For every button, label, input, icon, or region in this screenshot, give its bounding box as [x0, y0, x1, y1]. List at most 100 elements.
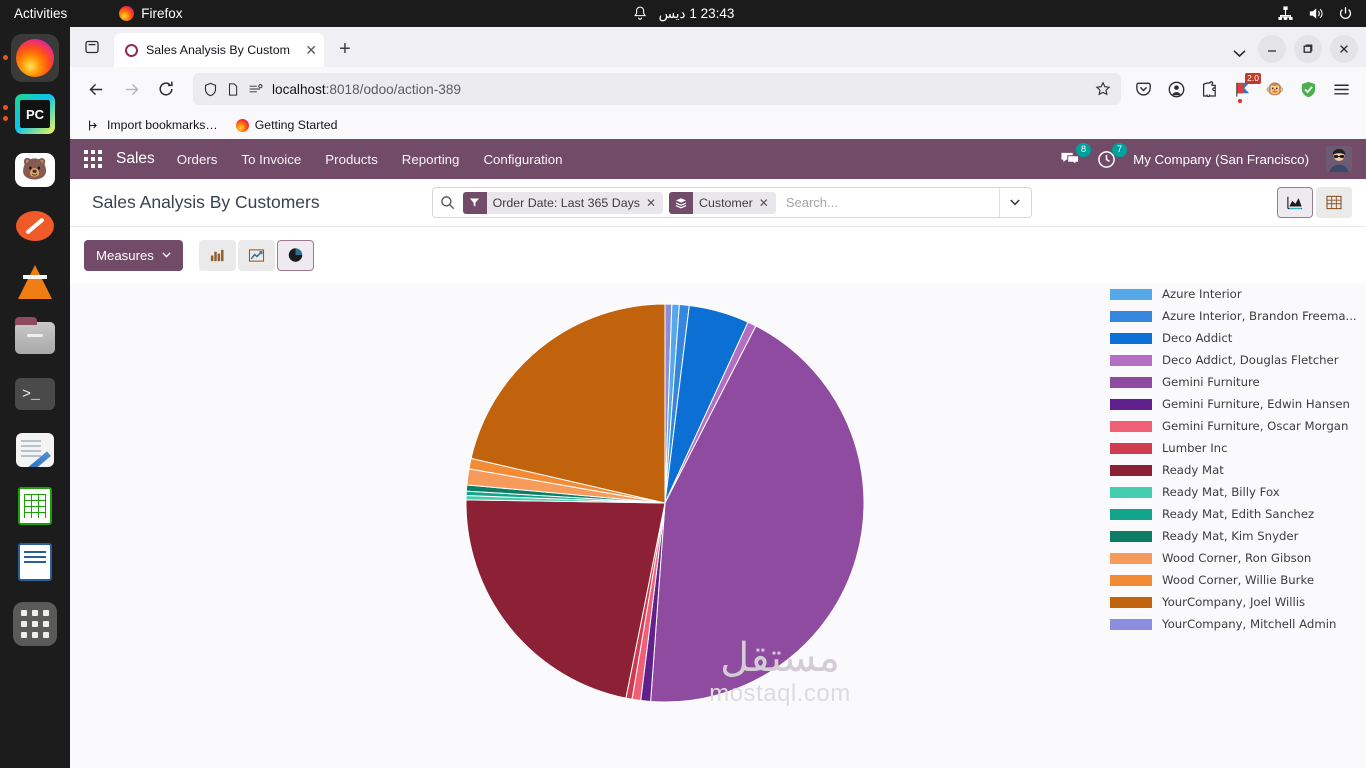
- legend-item[interactable]: Wood Corner, Willie Burke: [1110, 569, 1366, 591]
- legend-item[interactable]: Gemini Furniture, Oscar Morgan: [1110, 415, 1366, 437]
- dock-item-firefox[interactable]: [11, 34, 59, 82]
- legend-swatch: [1110, 509, 1152, 520]
- libreoffice-writer-icon: [18, 543, 52, 581]
- system-tray[interactable]: [1277, 5, 1354, 22]
- bookmark-import-bookmarks[interactable]: Import bookmarks…: [88, 118, 218, 132]
- ext-badge-icon[interactable]: 2.0: [1231, 78, 1253, 100]
- dock-item-libreoffice-calc[interactable]: [11, 482, 59, 530]
- avatar[interactable]: [1326, 146, 1352, 172]
- focused-app-indicator[interactable]: Firefox: [119, 6, 182, 21]
- legend-item[interactable]: YourCompany, Mitchell Admin: [1110, 613, 1366, 635]
- dock-item-postgresql[interactable]: [11, 202, 59, 250]
- legend-swatch: [1110, 377, 1152, 388]
- control-panel: Sales Analysis By Customers Order Date: …: [70, 179, 1366, 227]
- forward-button[interactable]: [115, 73, 147, 105]
- legend-label: Azure Interior: [1162, 287, 1242, 301]
- measures-button[interactable]: Measures: [84, 240, 183, 271]
- firefox-view-icon: [84, 39, 100, 55]
- legend-swatch: [1110, 311, 1152, 322]
- search-input[interactable]: Search...: [782, 195, 999, 210]
- layers-icon: [675, 197, 687, 209]
- menu-to-invoice[interactable]: To Invoice: [241, 152, 301, 167]
- facet-customer[interactable]: Customer ✕: [669, 192, 776, 214]
- bookmark-star-icon[interactable]: [1095, 81, 1111, 97]
- legend-swatch: [1110, 597, 1152, 608]
- adblock-shield-icon[interactable]: [1297, 78, 1319, 100]
- search-dropdown-toggle[interactable]: [999, 188, 1031, 217]
- dock-item-files[interactable]: [11, 314, 59, 362]
- view-pivot-button[interactable]: [1316, 187, 1352, 218]
- legend-item[interactable]: Lumber Inc: [1110, 437, 1366, 459]
- menu-reporting[interactable]: Reporting: [402, 152, 460, 167]
- app-brand-sales[interactable]: Sales: [116, 150, 155, 168]
- browser-tab[interactable]: Sales Analysis By Custom ✕: [114, 33, 324, 67]
- account-icon[interactable]: [1165, 78, 1187, 100]
- minimize-button[interactable]: [1258, 35, 1286, 63]
- activities-button[interactable]: 7: [1097, 150, 1116, 169]
- dock-item-text-editor[interactable]: [11, 426, 59, 474]
- clock-menu[interactable]: 23:43 1 ديس: [632, 5, 735, 22]
- pocket-icon[interactable]: [1132, 78, 1154, 100]
- dock-item-libreoffice-writer[interactable]: [11, 538, 59, 586]
- dock-item-pycharm[interactable]: [11, 90, 59, 138]
- back-button[interactable]: [80, 73, 112, 105]
- close-tab-button[interactable]: ✕: [305, 42, 317, 59]
- menu-configuration[interactable]: Configuration: [483, 152, 562, 167]
- odoo-app: Sales Orders To Invoice Products Reporti…: [70, 139, 1366, 768]
- legend-item[interactable]: Gemini Furniture, Edwin Hansen: [1110, 393, 1366, 415]
- dock-item-terminal[interactable]: >_: [11, 370, 59, 418]
- green-shield-icon: [1299, 80, 1318, 99]
- view-graph-button[interactable]: [1277, 187, 1313, 218]
- legend-item[interactable]: Ready Mat, Kim Snyder: [1110, 525, 1366, 547]
- menu-products[interactable]: Products: [325, 152, 377, 167]
- bar-chart-button[interactable]: [199, 240, 236, 271]
- legend-swatch: [1110, 333, 1152, 344]
- list-all-tabs-button[interactable]: [1233, 46, 1246, 61]
- pie-icon: [287, 247, 304, 263]
- remove-facet-button[interactable]: ✕: [646, 196, 663, 210]
- legend-item[interactable]: Ready Mat, Billy Fox: [1110, 481, 1366, 503]
- maximize-button[interactable]: [1294, 35, 1322, 63]
- legend-item[interactable]: Deco Addict: [1110, 327, 1366, 349]
- line-chart-button[interactable]: [238, 240, 275, 271]
- text-editor-icon: [16, 433, 54, 467]
- network-icon: [1277, 5, 1294, 22]
- messages-button[interactable]: 8: [1060, 150, 1080, 168]
- close-button[interactable]: [1330, 35, 1358, 63]
- new-tab-button[interactable]: +: [330, 34, 360, 64]
- extensions-icon[interactable]: [1198, 78, 1220, 100]
- legend-item[interactable]: Deco Addict, Douglas Fletcher: [1110, 349, 1366, 371]
- legend-label: Wood Corner, Ron Gibson: [1162, 551, 1311, 565]
- apps-menu-icon[interactable]: [84, 150, 102, 168]
- company-user-menu[interactable]: My Company (San Francisco): [1133, 152, 1309, 167]
- chevron-down-icon: [162, 252, 171, 258]
- pie-chart[interactable]: [465, 303, 865, 703]
- legend-item[interactable]: Ready Mat: [1110, 459, 1366, 481]
- clock-label: 23:43 1 ديس: [659, 6, 735, 22]
- url-bar[interactable]: localhost:8018/odoo/action-389: [193, 73, 1121, 105]
- bookmarks-toolbar: Import bookmarks… Getting Started: [70, 111, 1366, 139]
- legend-item[interactable]: Wood Corner, Ron Gibson: [1110, 547, 1366, 569]
- firefox-window: Sales Analysis By Custom ✕ +: [70, 27, 1366, 768]
- avatar-image: [1326, 146, 1352, 172]
- pie-chart-button[interactable]: [277, 240, 314, 271]
- filter-icon: [463, 192, 487, 214]
- search-panel[interactable]: Order Date: Last 365 Days ✕ Customer ✕ S…: [432, 187, 1032, 218]
- monkey-ext-icon[interactable]: 🐵: [1264, 78, 1286, 100]
- legend-item[interactable]: Gemini Furniture: [1110, 371, 1366, 393]
- menu-icon[interactable]: [1330, 78, 1352, 100]
- legend-item[interactable]: Azure Interior, Brandon Freema...: [1110, 305, 1366, 327]
- remove-facet-button[interactable]: ✕: [759, 196, 776, 210]
- legend-item[interactable]: YourCompany, Joel Willis: [1110, 591, 1366, 613]
- dock-item-show-applications[interactable]: [11, 600, 59, 648]
- dock-item-dbeaver[interactable]: 🐻: [11, 146, 59, 194]
- reload-button[interactable]: [150, 73, 182, 105]
- dock-item-vlc[interactable]: [11, 258, 59, 306]
- activities-button[interactable]: Activities: [14, 6, 67, 21]
- legend-item[interactable]: Ready Mat, Edith Sanchez: [1110, 503, 1366, 525]
- facet-order-date[interactable]: Order Date: Last 365 Days ✕: [463, 192, 663, 214]
- firefox-view-button[interactable]: [76, 31, 108, 63]
- legend-item[interactable]: Azure Interior: [1110, 283, 1366, 305]
- menu-orders[interactable]: Orders: [177, 152, 218, 167]
- bookmark-getting-started[interactable]: Getting Started: [236, 118, 338, 132]
